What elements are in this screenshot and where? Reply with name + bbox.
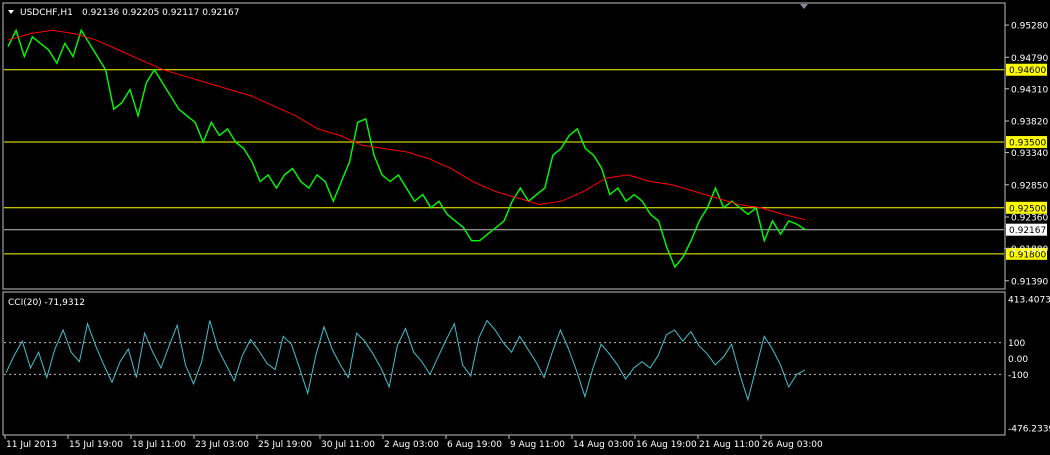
price-tick-label: 0.94310 (1011, 85, 1048, 95)
time-tick-label: 16 Aug 19:00 (636, 440, 697, 450)
cci-tick-label: -476.2339 (1008, 425, 1050, 435)
symbol-label: USDCHF,H1 (20, 8, 73, 18)
time-tick-label: 6 Aug 19:00 (447, 440, 502, 450)
current-price-label: 0.92167 (1009, 226, 1046, 236)
price-tick-label: 0.91880 (1011, 245, 1048, 255)
time-tick-label: 9 Aug 11:00 (510, 440, 565, 450)
level-label: 0.94600 (1009, 66, 1046, 76)
price-tick-label: 0.93340 (1011, 149, 1048, 159)
chart-canvas[interactable]: 0.946000.935000.925000.918000.92167 0.95… (0, 0, 1050, 455)
cci-tick-label: 413.4073 (1008, 296, 1050, 306)
time-tick-label: 23 Jul 03:00 (195, 440, 249, 450)
price-tick-label: 0.92360 (1011, 214, 1048, 224)
time-tick-label: 30 Jul 11:00 (321, 440, 375, 450)
time-tick-label: 18 Jul 11:00 (132, 440, 186, 450)
time-tick-label: 14 Aug 03:00 (573, 440, 634, 450)
level-label: 0.93500 (1009, 139, 1046, 149)
price-tick-label: 0.91390 (1011, 277, 1048, 287)
price-tick-label: 0.93820 (1011, 118, 1048, 128)
cci-tick-label: -100 (1008, 371, 1029, 381)
time-tick-label: 15 Jul 19:00 (69, 440, 123, 450)
ohlc-label: 0.92136 0.92205 0.92117 0.92167 (82, 8, 239, 18)
chart-background (0, 0, 1050, 455)
price-tick-label: 0.92850 (1011, 181, 1048, 191)
price-axis: 0.95280 0.94790 0.94310 0.93820 0.93340 0.928… (1005, 22, 1048, 287)
cci-tick-label: 100 (1008, 339, 1025, 349)
cci-tick-label: 0.00 (1008, 355, 1028, 365)
cci-title: CCI(20) -71,9312 (8, 298, 85, 308)
time-tick-label: 25 Jul 19:00 (258, 440, 312, 450)
time-tick-label: 2 Aug 03:00 (384, 440, 439, 450)
time-tick-label: 11 Jul 2013 (6, 440, 57, 450)
price-tick-label: 0.94790 (1011, 54, 1048, 64)
price-tick-label: 0.95280 (1011, 22, 1048, 32)
time-tick-label: 26 Aug 03:00 (762, 440, 823, 450)
time-tick-label: 21 Aug 11:00 (699, 440, 760, 450)
